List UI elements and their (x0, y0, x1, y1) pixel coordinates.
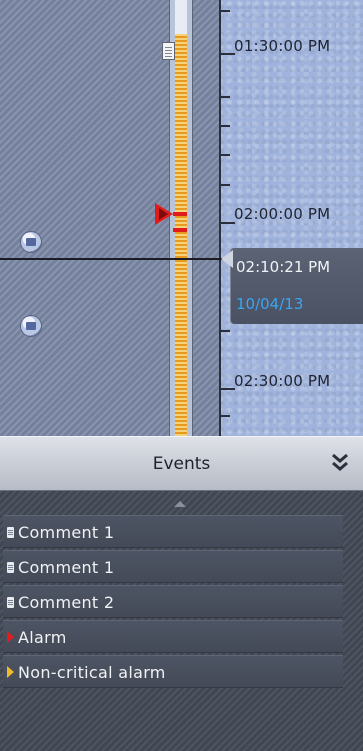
chevron-double-down-icon[interactable] (329, 452, 351, 472)
list-item[interactable]: Alarm (3, 620, 343, 653)
comment-icon (7, 597, 14, 608)
ruler-tick (221, 330, 230, 332)
scroll-down-glyph (26, 322, 36, 330)
alarm-marker-inner (159, 208, 168, 220)
scroll-up-glyph (26, 238, 36, 246)
event-track-bar[interactable] (175, 34, 187, 436)
events-header: Events (0, 436, 363, 491)
event-label: Comment 1 (18, 523, 115, 542)
ruler-tick (221, 125, 230, 127)
alarm-track-mark (173, 228, 187, 232)
list-item[interactable]: Comment 1 (3, 550, 343, 583)
ruler-tick (221, 53, 235, 55)
alarm-track-mark (173, 212, 187, 216)
event-list: Comment 1 Comment 1 Comment 2 Alarm Non-… (3, 515, 343, 690)
event-label: Alarm (18, 628, 67, 647)
ruler-tick (221, 96, 230, 98)
scroll-down-icon[interactable] (21, 316, 41, 336)
list-item[interactable]: Comment 1 (3, 515, 343, 548)
event-label: Non-critical alarm (18, 663, 166, 682)
scroll-up-icon[interactable] (21, 232, 41, 252)
ruler-tick (221, 415, 230, 417)
event-label: Comment 1 (18, 558, 115, 577)
timeline-window: 01:30:00 PM 02:00:00 PM 02:30:00 PM 02:1… (0, 0, 363, 751)
cursor-pointer-icon (221, 250, 233, 268)
ruler-tick (221, 222, 235, 224)
list-item[interactable]: Non-critical alarm (3, 655, 343, 688)
triangle-up-icon (174, 501, 186, 507)
time-label: 02:00:00 PM (234, 205, 331, 223)
cursor-date: 10/04/13 (236, 295, 304, 313)
alarm-triangle-icon (7, 631, 14, 643)
cursor-time: 02:10:21 PM (236, 258, 331, 276)
comment-icon (7, 527, 14, 538)
event-track-empty (175, 0, 187, 34)
ruler-tick (221, 388, 235, 390)
events-list-panel: Comment 1 Comment 1 Comment 2 Alarm Non-… (0, 491, 363, 751)
list-scroll-up-button[interactable] (0, 491, 343, 513)
ruler-tick (221, 154, 230, 156)
timeline-cursor-line[interactable] (0, 258, 224, 260)
warning-triangle-icon (7, 666, 14, 678)
ruler-tick (221, 10, 230, 12)
timeline-area[interactable]: 01:30:00 PM 02:00:00 PM 02:30:00 PM 02:1… (0, 0, 363, 436)
time-label: 01:30:00 PM (234, 37, 331, 55)
comment-icon (7, 562, 14, 573)
ruler-tick (221, 184, 230, 186)
list-item[interactable]: Comment 2 (3, 585, 343, 618)
event-label: Comment 2 (18, 593, 115, 612)
events-title: Events (152, 454, 211, 474)
time-ruler (219, 0, 221, 436)
time-label: 02:30:00 PM (234, 372, 331, 390)
comment-icon[interactable] (162, 42, 175, 60)
